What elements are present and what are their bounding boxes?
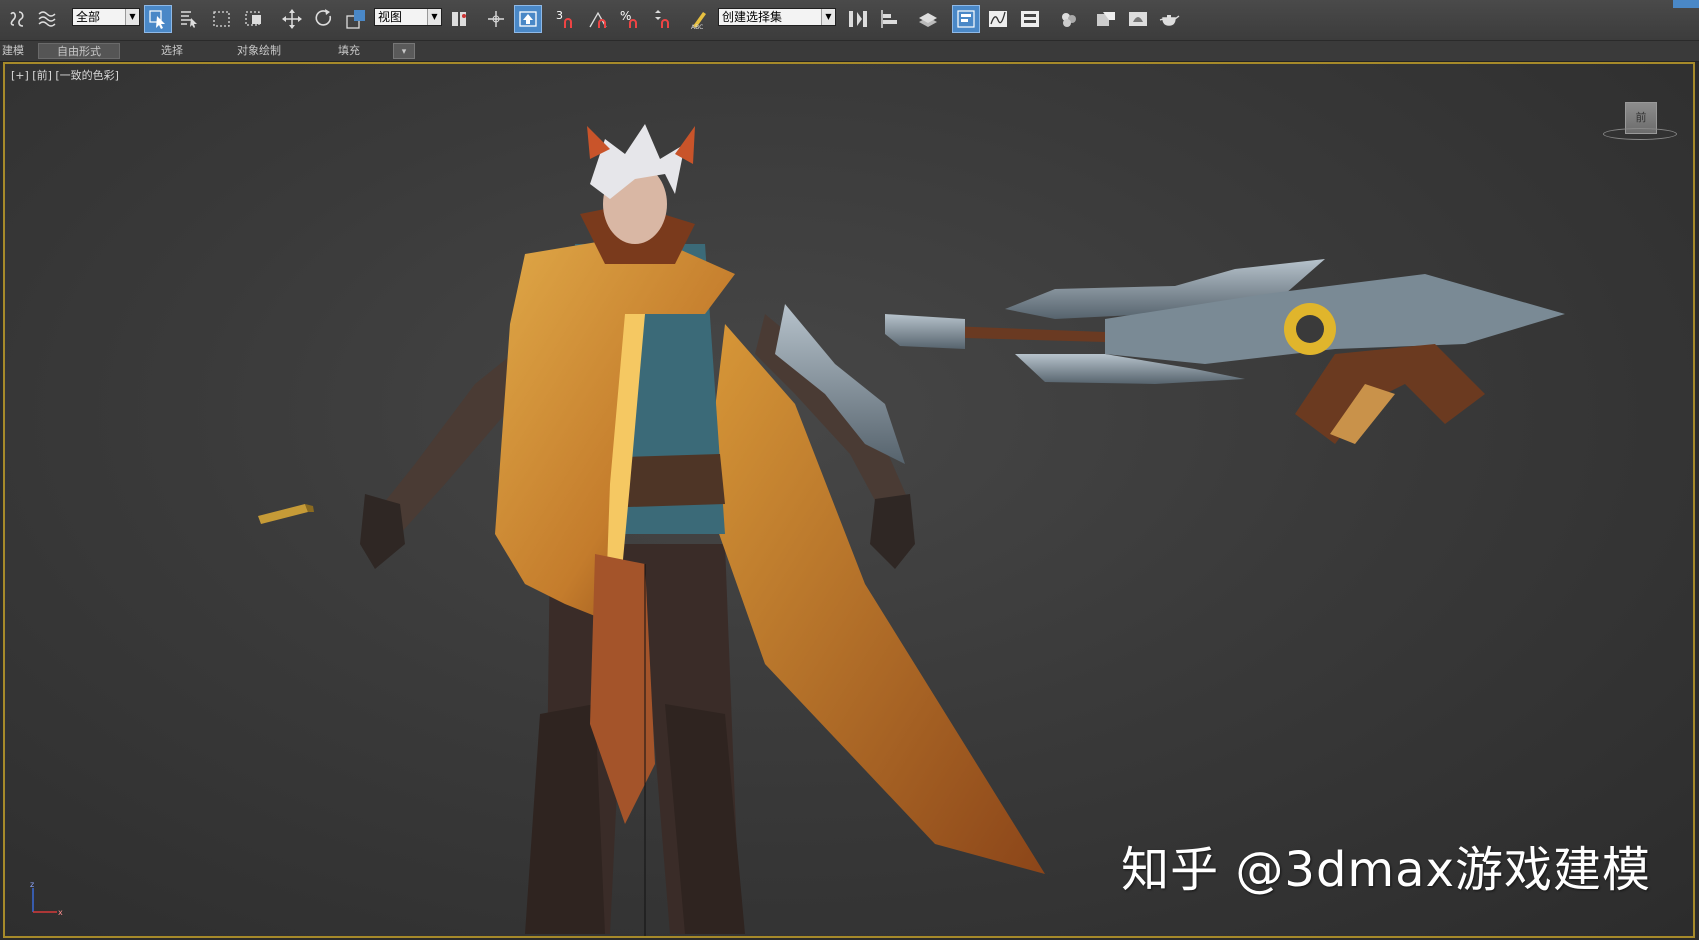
edit-named-selection-icon[interactable]: ABC bbox=[686, 5, 714, 33]
viewcube-face-label: 前 bbox=[1635, 111, 1647, 124]
select-manipulate-icon[interactable] bbox=[482, 5, 510, 33]
axis-tripod: z x bbox=[25, 880, 65, 920]
select-by-name-icon[interactable] bbox=[175, 5, 203, 33]
chevron-down-icon: ▼ bbox=[427, 9, 441, 25]
bullet-casing-model[interactable] bbox=[258, 504, 314, 524]
main-toolbar: 全部 ▼ 视图 ▼ 3 % ABC 创建选择集 ▼ bbox=[0, 0, 1699, 41]
rifle-model[interactable] bbox=[885, 259, 1565, 444]
character-right-hand bbox=[870, 494, 915, 569]
character-left-hand bbox=[360, 494, 405, 569]
ribbon-tab-bar: 建模 自由形式 选择 对象绘制 填充 ▾ bbox=[0, 41, 1699, 62]
material-editor-icon[interactable] bbox=[1054, 5, 1082, 33]
window-crossing-icon[interactable] bbox=[240, 5, 268, 33]
schematic-view-icon[interactable] bbox=[1016, 5, 1044, 33]
rotate-icon[interactable] bbox=[310, 5, 338, 33]
align-icon[interactable] bbox=[876, 5, 904, 33]
front-viewport[interactable]: [+] [前] [一致的色彩] 前 z x 知乎 @3dmax游戏建模 bbox=[3, 62, 1695, 938]
keyboard-shortcut-override-icon[interactable] bbox=[514, 5, 542, 33]
ribbon-tab-object-paint[interactable]: 对象绘制 bbox=[237, 43, 281, 59]
percent-snap-icon[interactable]: % bbox=[616, 5, 644, 33]
link-icon[interactable] bbox=[4, 5, 32, 33]
angle-snap-icon[interactable] bbox=[584, 5, 612, 33]
selection-filter-dropdown[interactable]: 全部 ▼ bbox=[72, 8, 140, 26]
render-production-teapot-icon[interactable] bbox=[1156, 5, 1184, 33]
ribbon-tab-modeling[interactable]: 建模 bbox=[2, 43, 24, 59]
toggle-scene-explorer-icon[interactable] bbox=[952, 5, 980, 33]
watermark-text: 知乎 @3dmax游戏建模 bbox=[1121, 842, 1651, 898]
named-selection-set-value: 创建选择集 bbox=[722, 10, 783, 24]
render-setup-icon[interactable] bbox=[1092, 5, 1120, 33]
rifle-core-center bbox=[1296, 315, 1324, 343]
curve-editor-icon[interactable] bbox=[984, 5, 1012, 33]
reference-coordinate-dropdown[interactable]: 视图 ▼ bbox=[374, 8, 442, 26]
pivot-center-icon[interactable] bbox=[446, 5, 474, 33]
move-icon[interactable] bbox=[278, 5, 306, 33]
character-model[interactable] bbox=[360, 124, 1045, 934]
chevron-down-icon: ▼ bbox=[821, 9, 835, 25]
svg-text:3: 3 bbox=[556, 9, 563, 22]
viewport-scene bbox=[258, 124, 1565, 936]
window-corner-accent bbox=[1673, 0, 1699, 8]
ribbon-options-icon[interactable]: ▾ bbox=[393, 43, 415, 59]
rendered-frame-window-icon[interactable] bbox=[1124, 5, 1152, 33]
svg-text:ABC: ABC bbox=[691, 24, 703, 30]
selection-filter-value: 全部 bbox=[76, 10, 101, 24]
named-selection-set-dropdown[interactable]: 创建选择集 ▼ bbox=[718, 8, 836, 26]
ribbon-tab-selection[interactable]: 选择 bbox=[161, 43, 183, 59]
viewport-label[interactable]: [+] [前] [一致的色彩] bbox=[11, 67, 119, 83]
reference-coordinate-value: 视图 bbox=[378, 10, 403, 24]
spinner-snap-icon[interactable] bbox=[648, 5, 676, 33]
axis-z-label: z bbox=[30, 880, 34, 889]
bind-spacewarp-icon[interactable] bbox=[34, 5, 62, 33]
mirror-icon[interactable] bbox=[844, 5, 872, 33]
ribbon-tab-populate[interactable]: 填充 bbox=[338, 43, 360, 59]
viewcube-compass-ring[interactable] bbox=[1603, 128, 1677, 140]
rifle-muzzle bbox=[885, 314, 965, 349]
3dsmax-window: 全部 ▼ 视图 ▼ 3 % ABC 创建选择集 ▼ 建模 自由形式 选择 对象绘… bbox=[0, 0, 1699, 940]
layer-explorer-icon[interactable] bbox=[914, 5, 942, 33]
select-object-button[interactable] bbox=[144, 5, 172, 33]
chevron-down-icon: ▼ bbox=[125, 9, 139, 25]
snaps-toggle-icon[interactable]: 3 bbox=[552, 5, 580, 33]
scale-icon[interactable] bbox=[342, 5, 370, 33]
axis-x-label: x bbox=[58, 908, 63, 917]
ribbon-tab-freeform[interactable]: 自由形式 bbox=[38, 43, 120, 59]
rectangle-region-icon[interactable] bbox=[208, 5, 236, 33]
